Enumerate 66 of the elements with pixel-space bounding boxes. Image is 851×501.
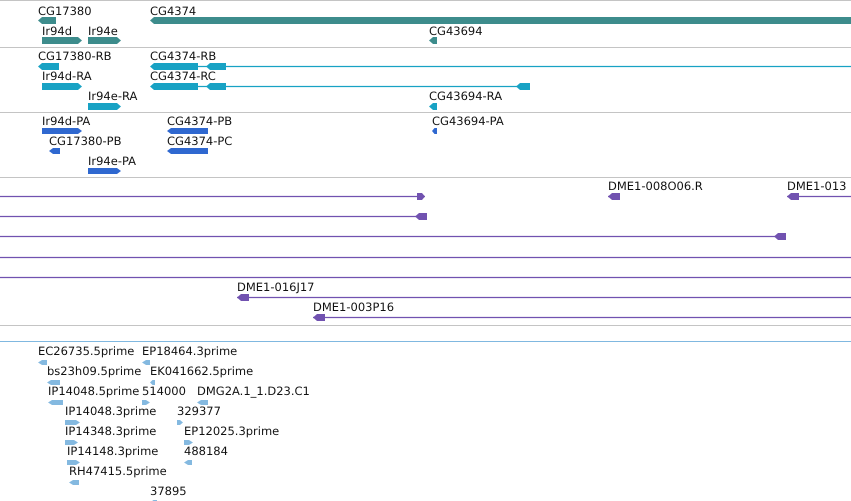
feature-label: DME1-003P16 [313, 300, 394, 314]
feature-glyph [177, 420, 183, 424]
feature-label: CG43694 [429, 24, 483, 38]
feature-label: Ir94d-PA [42, 114, 90, 128]
feature-glyph [197, 400, 208, 404]
feature-label: Ir94e-PA [88, 154, 136, 168]
feature-label: IP14048.3prime [65, 404, 156, 418]
feature-label: CG4374-RC [150, 69, 216, 83]
feature-glyph [142, 360, 150, 364]
feature-label: CG43694-RA [429, 89, 502, 103]
feature-label: CG4374-RB [150, 49, 216, 63]
feature-label: DMG2A.1_1.D23.C1 [197, 384, 310, 398]
feature-glyph [150, 380, 155, 384]
feature-glyph [65, 440, 78, 444]
feature-label: CG17380-PB [49, 134, 122, 148]
feature-label: CG17380 [38, 4, 92, 18]
clone-line [608, 192, 620, 200]
feature-label: DME1-016J17 [237, 280, 314, 294]
feature-glyph [49, 148, 60, 154]
feature-label: Ir94d [42, 24, 72, 38]
feature-glyph [88, 36, 121, 44]
feature-glyph [47, 380, 60, 384]
feature-label: CG43694-PA [432, 114, 504, 128]
feature-glyph [184, 460, 192, 464]
feature-label: DME1-008O06.R [608, 179, 703, 193]
feature-label: CG4374-PB [167, 114, 232, 128]
feature-glyph [38, 16, 56, 24]
feature-label: IP14148.3prime [67, 444, 158, 458]
feature-label: EP12025.3prime [184, 424, 280, 438]
feature-glyph [67, 460, 80, 464]
feature-label: EP18464.3prime [142, 344, 238, 358]
feature-label: RH47415.5prime [69, 464, 167, 478]
feature-glyph [42, 36, 82, 44]
feature-label: CG17380-RB [38, 49, 112, 63]
feature-glyph [65, 420, 80, 424]
feature-label: EC26735.5prime [38, 344, 134, 358]
feature-label: bs23h09.5prime [47, 364, 142, 378]
feature-glyph [42, 82, 82, 90]
feature-glyph [429, 102, 437, 110]
feature-glyph [167, 148, 208, 154]
feature-label: CG4374-PC [167, 134, 232, 148]
feature-glyph [38, 360, 47, 364]
feature-glyph [69, 480, 79, 484]
feature-glyph [184, 440, 193, 444]
feature-label: 514000 [142, 384, 186, 398]
feature-glyph [88, 168, 121, 174]
feature-glyph [432, 128, 437, 134]
clone-line [787, 192, 851, 200]
feature-glyph [142, 400, 150, 404]
feature-glyph [38, 62, 59, 70]
feature-label: IP14348.3prime [65, 424, 156, 438]
feature-label: Ir94e [88, 24, 118, 38]
feature-label: 488184 [184, 444, 228, 458]
feature-label: DME1-013 [787, 179, 846, 193]
feature-glyph [88, 102, 121, 110]
feature-label: EK041662.5prime [150, 364, 254, 378]
feature-label: 37895 [150, 484, 187, 498]
feature-glyph [429, 36, 437, 44]
feature-glyph [48, 400, 63, 404]
feature-label: 329377 [177, 404, 221, 418]
feature-glyph [42, 128, 82, 134]
feature-label: IP14048.5prime [48, 384, 140, 398]
feature-label: CG4374 [150, 4, 196, 18]
feature-label: Ir94d-RA [42, 69, 92, 83]
feature-label: Ir94e-RA [88, 89, 138, 103]
feature-glyph [167, 128, 208, 134]
